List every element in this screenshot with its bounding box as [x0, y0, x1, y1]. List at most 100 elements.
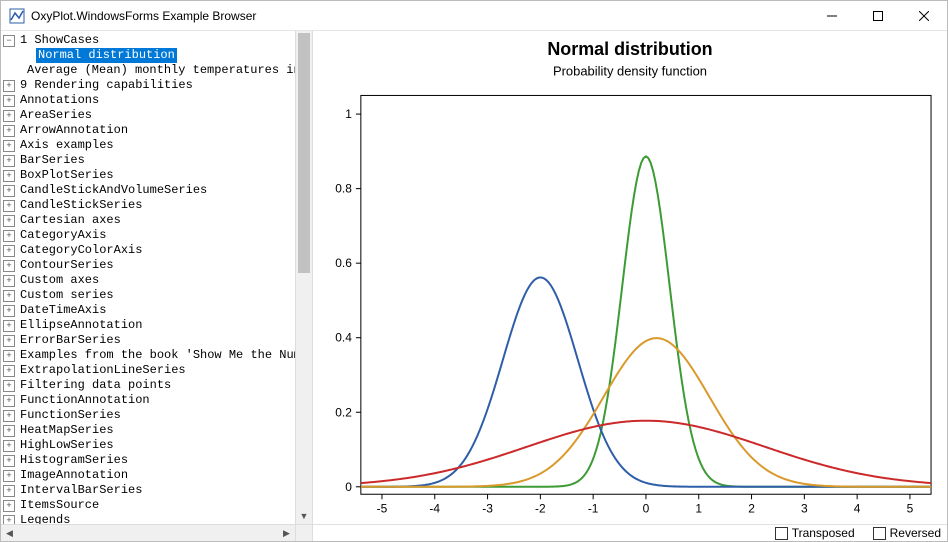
tree-item[interactable]: +FunctionSeries [3, 408, 312, 423]
expand-icon[interactable]: + [3, 485, 15, 497]
tree-vertical-scrollbar[interactable]: ▲ ▼ [295, 31, 312, 524]
tree-item[interactable]: +CategoryAxis [3, 228, 312, 243]
expand-icon[interactable]: + [3, 470, 15, 482]
scroll-right-arrow[interactable]: ▶ [278, 525, 295, 541]
reversed-checkbox[interactable]: Reversed [873, 526, 941, 540]
tree-item-label: Axis examples [18, 138, 116, 153]
tree-item[interactable]: +Axis examples [3, 138, 312, 153]
tree-item[interactable]: +IntervalBarSeries [3, 483, 312, 498]
expand-icon[interactable]: + [3, 305, 15, 317]
tree-item-label: FunctionAnnotation [18, 393, 152, 408]
expand-icon[interactable]: + [3, 155, 15, 167]
tree-item-label: Custom series [18, 288, 116, 303]
expand-icon[interactable]: + [3, 230, 15, 242]
x-tick-label: 4 [854, 501, 861, 515]
tree-item[interactable]: +FunctionAnnotation [3, 393, 312, 408]
scroll-thumb[interactable] [298, 33, 310, 273]
tree-item[interactable]: −1 ShowCases [3, 33, 312, 48]
tree-item-label: IntervalBarSeries [18, 483, 144, 498]
tree-item[interactable]: +CandleStickSeries [3, 198, 312, 213]
expand-icon[interactable]: + [3, 455, 15, 467]
tree-item-label: HeatMapSeries [18, 423, 116, 438]
tree-item[interactable]: +HighLowSeries [3, 438, 312, 453]
tree-item[interactable]: +EllipseAnnotation [3, 318, 312, 333]
tree-item[interactable]: +Annotations [3, 93, 312, 108]
tree-item[interactable]: +HistogramSeries [3, 453, 312, 468]
transposed-checkbox[interactable]: Transposed [775, 526, 855, 540]
tree-item[interactable]: Average (Mean) monthly temperatures in 2… [3, 63, 312, 78]
expand-icon[interactable]: + [3, 110, 15, 122]
tree-item[interactable]: +ArrowAnnotation [3, 123, 312, 138]
tree-item[interactable]: +HeatMapSeries [3, 423, 312, 438]
tree-item-label: Normal distribution [36, 48, 177, 63]
expand-icon[interactable]: + [3, 335, 15, 347]
expand-icon[interactable]: + [3, 245, 15, 257]
tree-item[interactable]: Normal distribution [3, 48, 312, 63]
tree-horizontal-scrollbar[interactable]: ◀ ▶ [1, 524, 295, 541]
tree-item-label: 1 ShowCases [18, 33, 101, 48]
tree-item-label: CategoryAxis [18, 228, 108, 243]
expand-icon[interactable]: + [3, 365, 15, 377]
expand-icon[interactable]: + [3, 185, 15, 197]
tree-item[interactable]: +Filtering data points [3, 378, 312, 393]
tree-item[interactable]: +BarSeries [3, 153, 312, 168]
expand-icon[interactable]: + [3, 125, 15, 137]
expand-icon[interactable]: + [3, 140, 15, 152]
expand-icon[interactable]: + [3, 395, 15, 407]
tree-item[interactable]: +9 Rendering capabilities [3, 78, 312, 93]
scroll-corner [295, 524, 312, 541]
expand-icon[interactable]: + [3, 350, 15, 362]
checkbox-icon [775, 527, 788, 540]
close-button[interactable] [901, 1, 947, 31]
x-tick-label: 2 [748, 501, 755, 515]
tree-item[interactable]: +ImageAnnotation [3, 468, 312, 483]
maximize-button[interactable] [855, 1, 901, 31]
expand-icon[interactable]: + [3, 260, 15, 272]
expand-icon[interactable]: + [3, 410, 15, 422]
expand-icon[interactable]: + [3, 290, 15, 302]
tree-item[interactable]: +Examples from the book 'Show Me the Num… [3, 348, 312, 363]
tree-item[interactable]: +ItemsSource [3, 498, 312, 513]
tree-item[interactable]: +ErrorBarSeries [3, 333, 312, 348]
y-tick-label: 0 [345, 480, 352, 494]
tree-item[interactable]: +Custom series [3, 288, 312, 303]
example-tree[interactable]: −1 ShowCasesNormal distributionAverage (… [1, 31, 312, 541]
tree-item-label: Cartesian axes [18, 213, 123, 228]
expand-icon[interactable]: + [3, 95, 15, 107]
tree-item-label: FunctionSeries [18, 408, 123, 423]
x-tick-label: 5 [907, 501, 914, 515]
scroll-down-arrow[interactable]: ▼ [296, 507, 312, 524]
expand-icon[interactable]: + [3, 80, 15, 92]
x-tick-label: -5 [377, 501, 388, 515]
tree-item[interactable]: +AreaSeries [3, 108, 312, 123]
x-tick-label: 3 [801, 501, 808, 515]
tree-item[interactable]: +Cartesian axes [3, 213, 312, 228]
titlebar: OxyPlot.WindowsForms Example Browser [1, 1, 947, 31]
tree-item-label: ContourSeries [18, 258, 116, 273]
tree-item[interactable]: +Custom axes [3, 273, 312, 288]
expand-icon[interactable]: + [3, 440, 15, 452]
expand-icon[interactable]: + [3, 425, 15, 437]
tree-item[interactable]: +DateTimeAxis [3, 303, 312, 318]
x-tick-label: -3 [482, 501, 493, 515]
tree-item[interactable]: +ExtrapolationLineSeries [3, 363, 312, 378]
expand-icon[interactable]: + [3, 275, 15, 287]
expand-icon[interactable]: + [3, 320, 15, 332]
tree-item[interactable]: +ContourSeries [3, 258, 312, 273]
expand-icon[interactable]: + [3, 500, 15, 512]
tree-item[interactable]: +CandleStickAndVolumeSeries [3, 183, 312, 198]
transposed-label: Transposed [792, 526, 855, 540]
collapse-icon[interactable]: − [3, 35, 15, 47]
plot-area[interactable]: Normal distributionProbability density f… [313, 31, 947, 524]
tree-item-label: DateTimeAxis [18, 303, 108, 318]
y-tick-label: 1 [345, 107, 352, 121]
scroll-left-arrow[interactable]: ◀ [1, 525, 18, 541]
expand-icon[interactable]: + [3, 200, 15, 212]
minimize-button[interactable] [809, 1, 855, 31]
expand-icon[interactable]: + [3, 170, 15, 182]
expand-icon[interactable]: + [3, 380, 15, 392]
expand-icon[interactable]: + [3, 215, 15, 227]
tree-item[interactable]: +BoxPlotSeries [3, 168, 312, 183]
tree-item[interactable]: +CategoryColorAxis [3, 243, 312, 258]
x-tick-label: 0 [643, 501, 650, 515]
